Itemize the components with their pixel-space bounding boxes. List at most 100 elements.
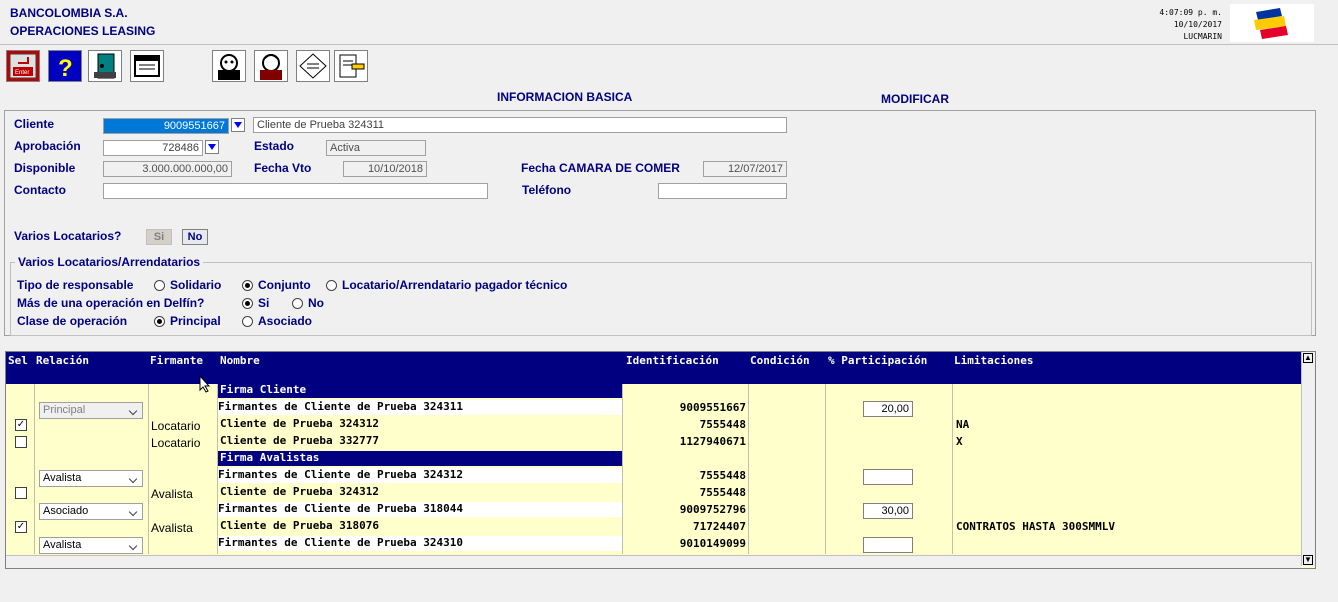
radio-solidario[interactable]	[154, 280, 165, 291]
row-select-checkbox[interactable]: ✓	[15, 521, 27, 533]
row-identificacion: 1127940671	[679, 435, 746, 448]
col-participacion[interactable]: % Participación	[828, 354, 927, 367]
aprobacion-dropdown-icon[interactable]	[205, 140, 219, 154]
contacto-input[interactable]	[103, 183, 488, 199]
row-identificacion: 7555448	[699, 469, 746, 482]
exit-door-icon[interactable]	[88, 50, 122, 82]
document-stamp-icon[interactable]	[296, 50, 330, 82]
radio-pagador-tecnico[interactable]	[326, 280, 337, 291]
row-select-checkbox[interactable]	[15, 487, 27, 499]
col-firmante[interactable]: Firmante	[150, 354, 203, 367]
col-condicion[interactable]: Condición	[750, 354, 810, 367]
mas-operacion-label: Más de una operación en Delfín?	[17, 296, 205, 310]
radio-mas-no-label: No	[308, 296, 324, 310]
cliente-id-input[interactable]: 9009551667	[103, 118, 229, 134]
mode-label: MODIFICAR	[881, 92, 949, 106]
fecha-camara-field: 12/07/2017	[703, 161, 787, 177]
scroll-bottom-icon[interactable]: ▼	[1303, 555, 1313, 565]
table-row[interactable]: Cliente de Prueba 324312	[218, 485, 622, 500]
person-alt-icon[interactable]	[254, 50, 288, 82]
row-select-checkbox[interactable]	[15, 436, 27, 448]
disponible-label: Disponible	[14, 161, 76, 175]
help-icon[interactable]: ?	[48, 50, 82, 82]
participacion-input[interactable]: 30,00	[863, 503, 913, 519]
row-nombre: Firmantes de Cliente de Prueba 324310	[218, 536, 464, 549]
radio-mas-no[interactable]	[292, 298, 303, 309]
row-nombre: Firmantes de Cliente de Prueba 324311	[218, 400, 464, 413]
row-nombre: Cliente de Prueba 332777	[220, 434, 379, 447]
app-header: BANCOLOMBIA S.A. OPERACIONES LEASING 4:0…	[0, 0, 1338, 45]
participacion-input[interactable]	[863, 469, 913, 485]
enter-icon-text: Enter	[15, 70, 29, 76]
radio-mas-si-label: Si	[258, 296, 270, 310]
col-limitaciones[interactable]: Limitaciones	[954, 354, 1033, 367]
col-relacion[interactable]: Relación	[36, 354, 89, 367]
row-nombre: Firmantes de Cliente de Prueba 324312	[218, 468, 464, 481]
contacto-label: Contacto	[14, 183, 66, 197]
varios-si-button[interactable]: Si	[146, 229, 172, 245]
radio-solidario-label: Solidario	[170, 278, 222, 292]
table-row[interactable]: Cliente de Prueba 318076	[218, 519, 622, 534]
col-nombre[interactable]: Nombre	[220, 354, 260, 367]
row-identificacion: 9009752796	[679, 503, 746, 516]
relacion-select[interactable]: Avalista	[39, 537, 143, 554]
radio-conjunto[interactable]	[242, 280, 253, 291]
participacion-input[interactable]: 20,00	[863, 401, 913, 417]
relacion-select[interactable]: Asociado	[39, 503, 143, 520]
window-icon[interactable]	[130, 50, 164, 82]
group-firma-avalistas-label: Firma Avalistas	[220, 451, 320, 464]
row-firmante: Avalista	[151, 521, 193, 535]
document-edit-icon[interactable]	[334, 50, 368, 82]
relacion-select[interactable]: Avalista	[39, 470, 143, 487]
person-icon[interactable]	[212, 50, 246, 82]
table-row[interactable]: Cliente de Prueba 332777	[218, 434, 622, 449]
table-row[interactable]: Firmantes de Cliente de Prueba 318044	[218, 502, 622, 517]
cliente-label: Cliente	[14, 117, 55, 131]
vertical-scrollbar[interactable]: ▲ ▼	[1301, 352, 1315, 566]
aprobacion-label: Aprobación	[14, 139, 81, 153]
row-select-checkbox[interactable]: ✓	[15, 419, 27, 431]
mouse-cursor-icon	[199, 374, 211, 396]
table-row[interactable]: Firmantes de Cliente de Prueba 324310	[218, 536, 622, 551]
varios-locatarios-label: Varios Locatarios?	[14, 229, 122, 243]
col-sel[interactable]: Sel	[8, 354, 28, 367]
enter-icon[interactable]: Enter	[6, 50, 40, 82]
row-firmante: Locatario	[151, 419, 201, 433]
disponible-field: 3.000.000.000,00	[103, 161, 232, 177]
table-row[interactable]: Firmantes de Cliente de Prueba 324312	[218, 468, 622, 483]
row-identificacion: 7555448	[699, 418, 746, 431]
col-identificacion[interactable]: Identificación	[626, 354, 719, 367]
table-row[interactable]: Firmantes de Cliente de Prueba 324311	[218, 400, 622, 415]
aprobacion-input[interactable]: 728486	[103, 140, 203, 156]
section-title: INFORMACION BASICA	[497, 90, 633, 104]
radio-principal[interactable]	[154, 316, 165, 327]
row-limitaciones: NA	[956, 418, 970, 431]
relacion-select[interactable]: Principal	[39, 402, 143, 419]
cliente-dropdown-icon[interactable]	[231, 118, 245, 132]
bancolombia-logo	[1230, 4, 1314, 42]
radio-conjunto-label: Conjunto	[258, 278, 311, 292]
varios-no-button[interactable]: No	[182, 229, 208, 245]
estado-field: Activa	[326, 140, 426, 156]
cliente-nombre-field: Cliente de Prueba 324311	[253, 117, 787, 133]
group-firma-avalistas: Firma Avalistas	[218, 451, 622, 466]
participacion-input[interactable]	[863, 537, 913, 553]
company-name: BANCOLOMBIA S.A.	[10, 6, 128, 20]
row-identificacion: 71724407	[693, 520, 746, 533]
telefono-label: Teléfono	[522, 183, 572, 197]
svg-text:?: ?	[58, 55, 73, 80]
fecha-vto-field: 10/10/2018	[343, 161, 427, 177]
telefono-input[interactable]	[658, 183, 787, 199]
row-nombre: Cliente de Prueba 324312	[220, 417, 379, 430]
row-identificacion: 9010149099	[679, 537, 746, 550]
row-identificacion: 7555448	[699, 486, 746, 499]
header-user: LUCMARIN	[1183, 32, 1222, 41]
tipo-responsable-label: Tipo de responsable	[17, 278, 134, 292]
header-time: 4:07:09 p. m.	[1159, 8, 1222, 17]
radio-mas-si[interactable]	[242, 298, 253, 309]
row-nombre: Firmantes de Cliente de Prueba 318044	[218, 502, 464, 515]
radio-asociado[interactable]	[242, 316, 253, 327]
table-row[interactable]: Cliente de Prueba 324312	[218, 417, 622, 432]
scroll-top-icon[interactable]: ▲	[1303, 353, 1313, 363]
horizontal-scrollbar[interactable]	[6, 555, 1301, 568]
